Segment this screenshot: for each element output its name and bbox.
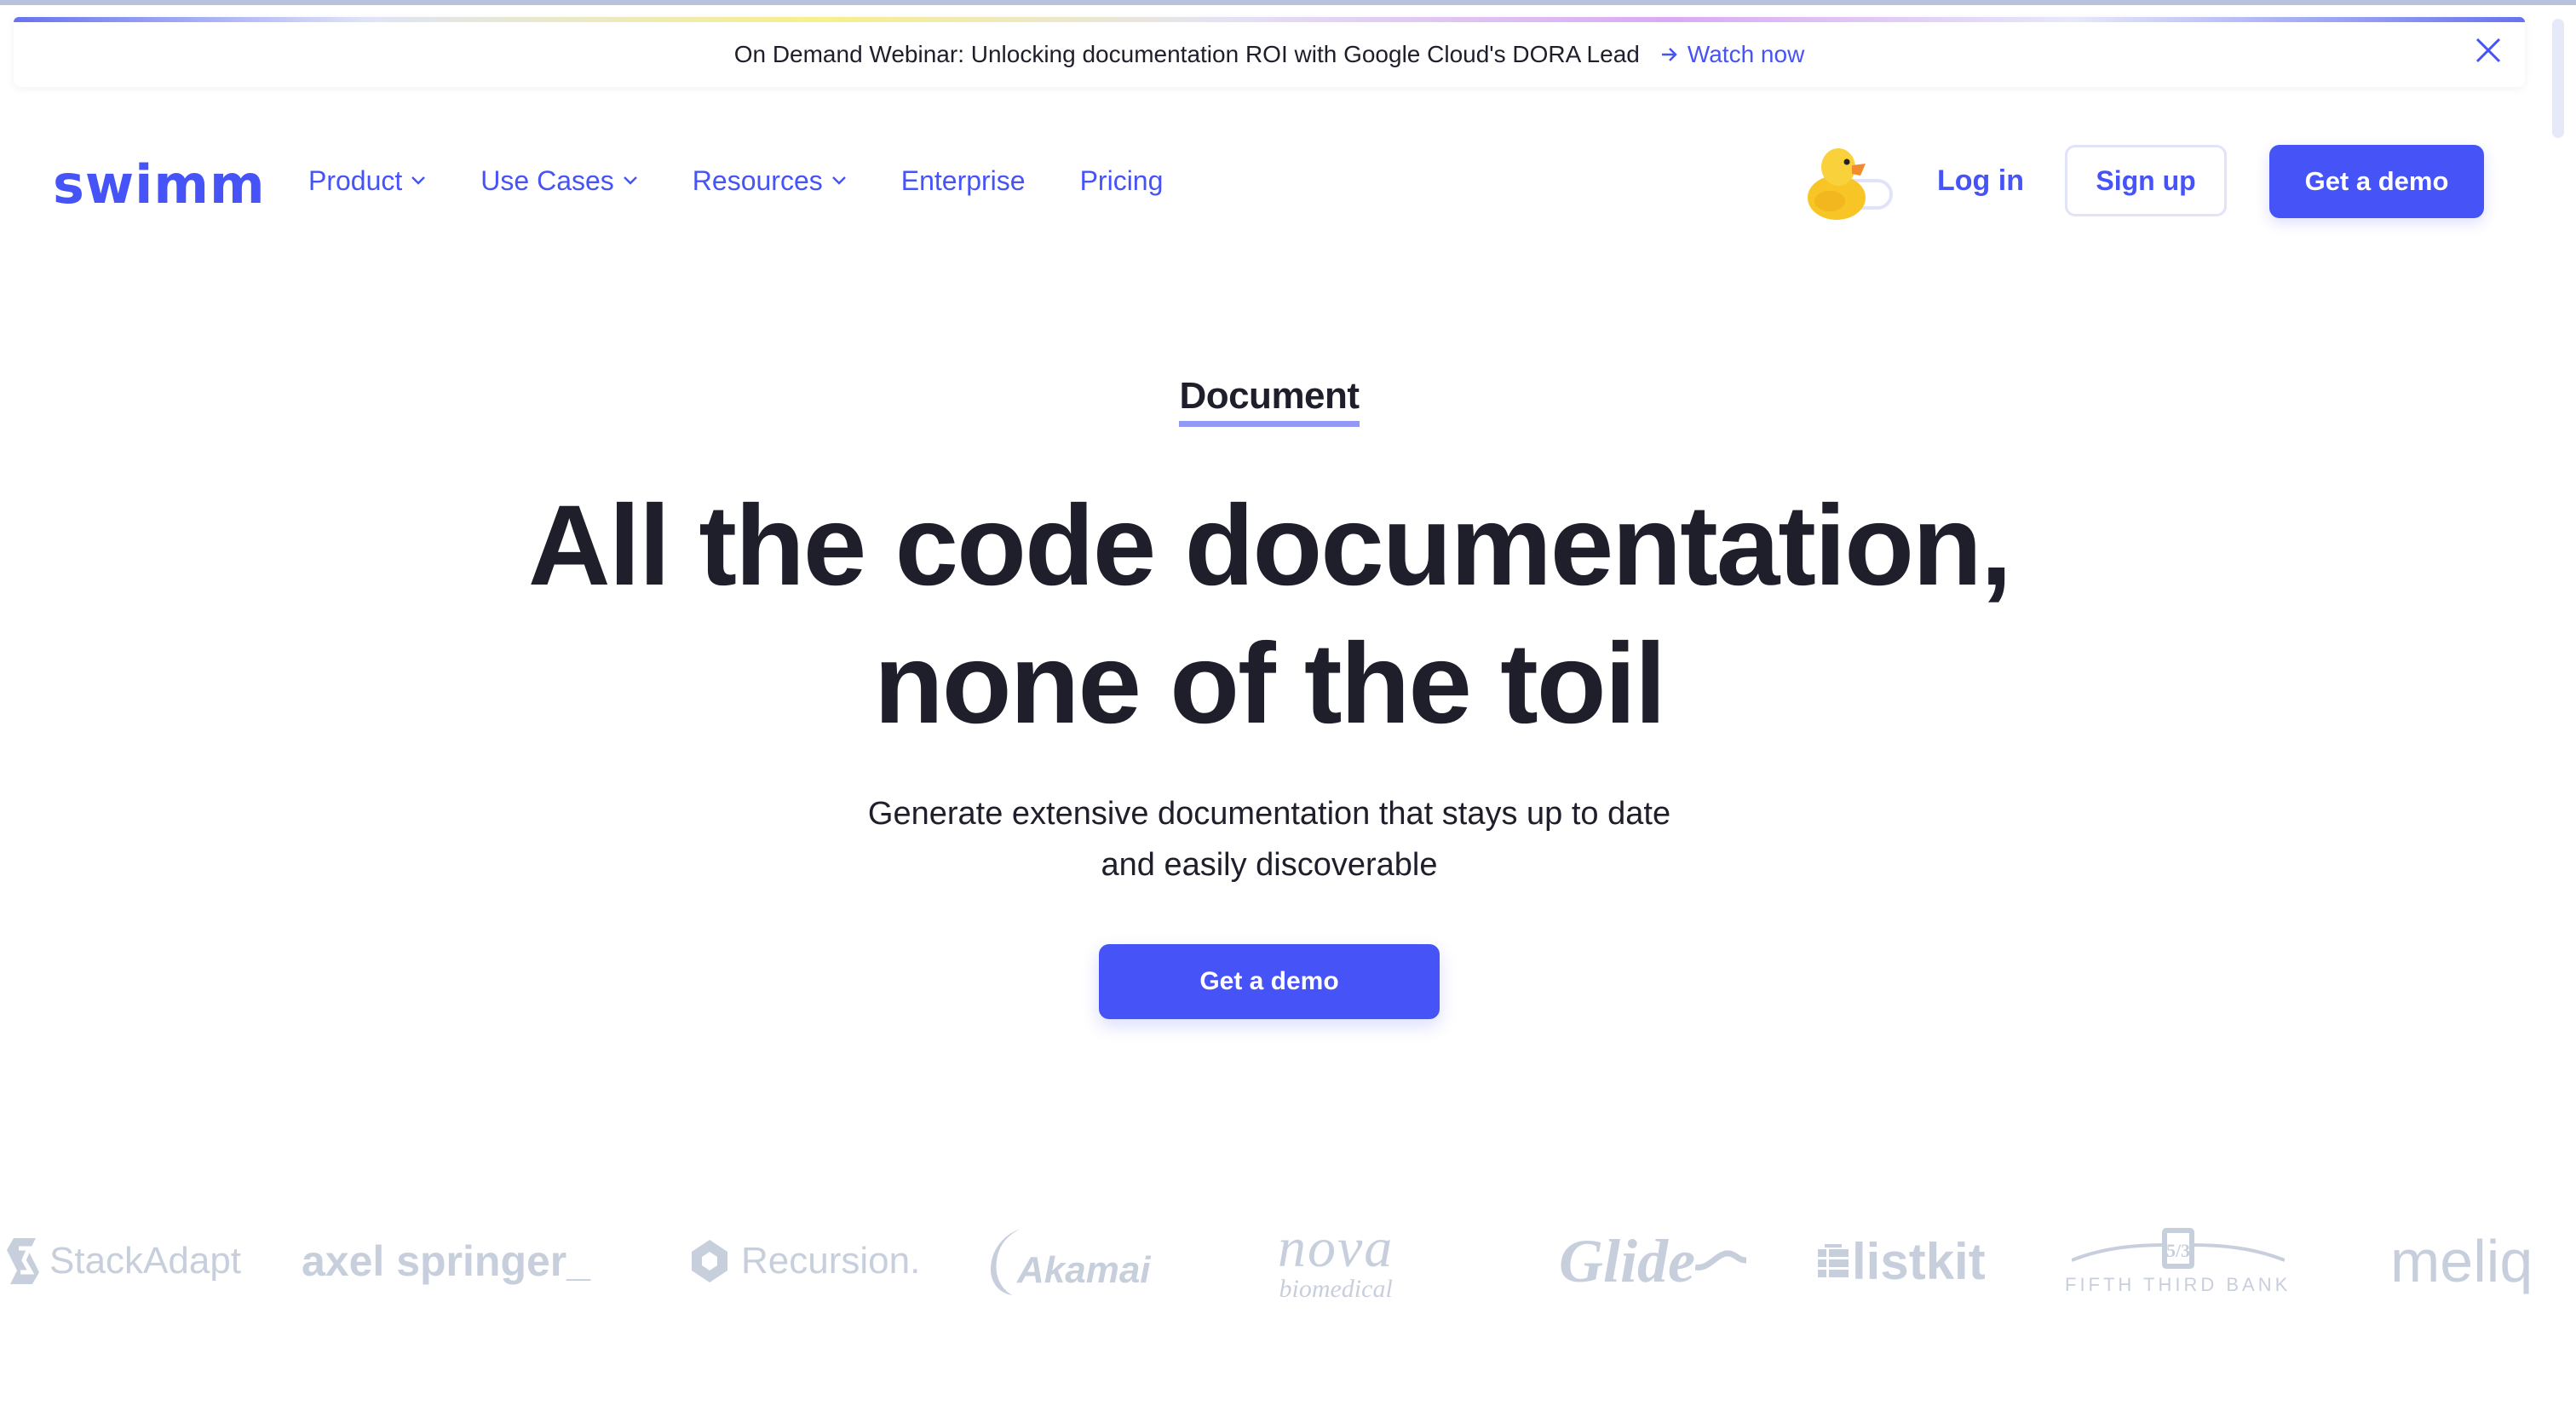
scrollbar-thumb[interactable] <box>2552 19 2564 138</box>
glide-swash-icon <box>1694 1250 1746 1271</box>
close-icon[interactable] <box>2474 36 2503 65</box>
eyebrow-label: Document <box>1179 375 1360 427</box>
subtitle-line-1: Generate extensive documentation that st… <box>867 796 1671 832</box>
announcement-banner: On Demand Webinar: Unlocking documentati… <box>14 17 2525 87</box>
main-navigation: swimm Product Use Cases Resources Enterp… <box>0 136 2576 225</box>
logo-listkit: listkit <box>1818 1210 1986 1312</box>
hero-subtitle: Generate extensive documentation that st… <box>0 788 2539 890</box>
nav-item-label: Enterprise <box>900 164 1026 196</box>
nav-item-label: Use Cases <box>480 164 614 196</box>
logo-stackadapt: StackAdapt <box>5 1210 241 1312</box>
browser-top-edge <box>0 0 2576 5</box>
arrow-right-icon <box>1661 48 1677 61</box>
chevron-down-icon <box>623 176 637 185</box>
customer-logos: StackAdapt axel springer_ Recursion. Aka… <box>0 1210 2547 1312</box>
nav-item-label: Pricing <box>1079 164 1164 196</box>
fifth-third-emblem-icon: 5/3 <box>2071 1228 2285 1269</box>
swimm-logo[interactable]: swimm <box>53 153 266 216</box>
nav-item-use-cases[interactable]: Use Cases <box>480 165 638 197</box>
headline-line-1: All the code documentation, <box>527 482 2012 609</box>
get-demo-nav-button[interactable]: Get a demo <box>2269 145 2484 218</box>
nav-item-label: Resources <box>692 164 823 196</box>
logo-akamai: Akamai <box>988 1210 1151 1312</box>
watch-now-label: Watch now <box>1687 41 1805 67</box>
login-link[interactable]: Log in <box>1937 136 2024 225</box>
banner-text: On Demand Webinar: Unlocking documentati… <box>733 41 1640 67</box>
nav-item-product[interactable]: Product <box>308 165 426 197</box>
chevron-down-icon <box>831 176 846 185</box>
nav-item-pricing[interactable]: Pricing <box>1080 165 1164 197</box>
nav-item-enterprise[interactable]: Enterprise <box>901 165 1026 197</box>
nav-item-resources[interactable]: Resources <box>693 165 847 197</box>
subtitle-line-2: and easily discoverable <box>1101 847 1438 883</box>
rubber-duck-toggle-icon[interactable] <box>1804 138 1898 223</box>
signup-button[interactable]: Sign up <box>2065 145 2227 216</box>
chevron-down-icon <box>411 176 426 185</box>
logo-glide: Glide <box>1559 1210 1746 1312</box>
listkit-grid-icon <box>1818 1244 1849 1277</box>
svg-text:5/3: 5/3 <box>2166 1240 2190 1261</box>
headline-line-2: none of the toil <box>873 620 1666 747</box>
logo-fifth-third-bank: 5/3 FIFTH THIRD BANK <box>2065 1210 2291 1312</box>
hero-eyebrow: Document <box>0 375 2539 427</box>
recursion-mark-icon <box>692 1240 727 1282</box>
logo-axel-springer: axel springer_ <box>302 1237 591 1285</box>
watch-now-link[interactable]: Watch now <box>1660 41 1804 68</box>
stackadapt-mark-icon <box>7 1238 39 1284</box>
hero-headline: All the code documentation, none of the … <box>0 477 2539 753</box>
logo-meliq: meliq <box>2390 1228 2533 1294</box>
logo-nova-biomedical: nova biomedical <box>1278 1217 1394 1303</box>
logo-recursion: Recursion. <box>690 1210 920 1312</box>
get-demo-hero-button[interactable]: Get a demo <box>1099 944 1440 1019</box>
nav-item-label: Product <box>308 164 403 196</box>
